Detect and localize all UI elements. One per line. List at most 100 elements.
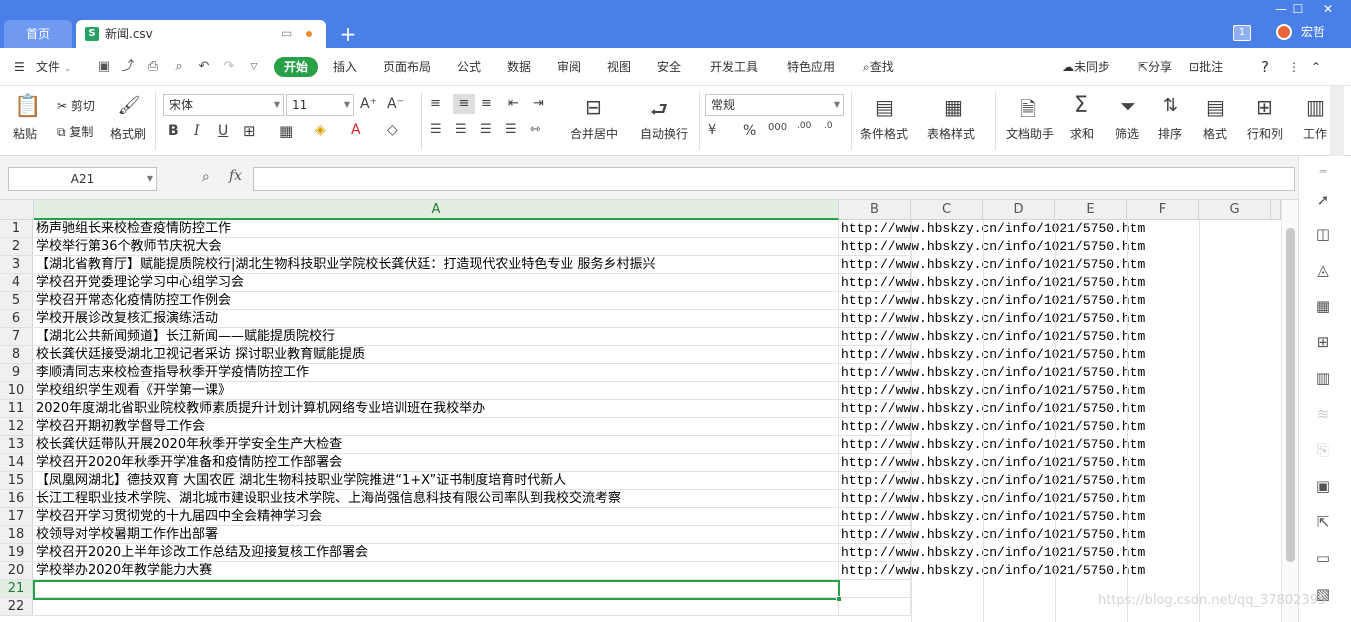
cell-b[interactable]: http://www.hbskzy.cn/info/1021/5750.htm	[839, 256, 1145, 274]
cell-b[interactable]: http://www.hbskzy.cn/info/1021/5750.htm	[839, 508, 1145, 526]
border-icon[interactable]: ⊞	[243, 122, 256, 140]
row-column-icon[interactable]: ⊞	[1256, 95, 1273, 119]
wrap-text-button[interactable]: 自动换行	[640, 125, 688, 142]
column-header-a[interactable]: A	[34, 200, 839, 220]
row-header[interactable]: 20	[0, 562, 33, 580]
sync-status[interactable]: ☁未同步	[1062, 48, 1110, 86]
row-header[interactable]: 4	[0, 274, 33, 292]
row-header[interactable]: 18	[0, 526, 33, 544]
copy-button[interactable]: ⧉ 复制	[57, 123, 93, 140]
row-header[interactable]: 21	[0, 580, 33, 598]
more-icon[interactable]: ⋮	[1288, 48, 1300, 86]
print-icon[interactable]: ⎙	[145, 59, 161, 75]
row-header[interactable]: 5	[0, 292, 33, 310]
cell-a[interactable]: 2020年度湖北省职业院校教师素质提升计划计算机网络专业培训班在我校举办	[34, 400, 839, 418]
cell-b[interactable]	[839, 598, 911, 616]
row-header[interactable]: 11	[0, 400, 33, 418]
column-header-f[interactable]: F	[1127, 200, 1199, 220]
cell-b[interactable]: http://www.hbskzy.cn/info/1021/5750.htm	[839, 418, 1145, 436]
merge-icon[interactable]: ⊟	[585, 95, 602, 119]
column-header-b[interactable]: B	[839, 200, 911, 220]
format-icon[interactable]: ▤	[1206, 95, 1225, 119]
row-header[interactable]: 10	[0, 382, 33, 400]
cell-b[interactable]: http://www.hbskzy.cn/info/1021/5750.htm	[839, 328, 1145, 346]
cell-a[interactable]: 长江工程职业技术学院、湖北城市建设职业技术学院、上海尚强信息科技有限公司率队到我…	[34, 490, 839, 508]
cell-a[interactable]: 学校召开期初教学督导工作会	[34, 418, 839, 436]
row-header[interactable]: 13	[0, 436, 33, 454]
chart-icon[interactable]: ▥	[1313, 368, 1333, 388]
print-preview-icon[interactable]: ⌕	[171, 59, 187, 75]
cell-b[interactable]: http://www.hbskzy.cn/info/1021/5750.htm	[839, 220, 1145, 238]
row-header[interactable]: 2	[0, 238, 33, 256]
font-family-select[interactable]: 宋体 ▼	[163, 94, 284, 116]
percent-icon[interactable]: %	[743, 123, 756, 139]
cell-b[interactable]: http://www.hbskzy.cn/info/1021/5750.htm	[839, 346, 1145, 364]
cell-a[interactable]: 学校组织学生观看《开学第一课》	[34, 382, 839, 400]
fill-handle[interactable]	[836, 596, 842, 602]
tab-home[interactable]: 首页	[4, 20, 72, 48]
row-header[interactable]: 3	[0, 256, 33, 274]
row-column-button[interactable]: 行和列	[1247, 125, 1283, 142]
fx-icon[interactable]: fx	[229, 168, 242, 184]
cell-a[interactable]: 学校召开2020年秋季开学准备和疫情防控工作部署会	[34, 454, 839, 472]
cell-b[interactable]: http://www.hbskzy.cn/info/1021/5750.htm	[839, 292, 1145, 310]
outdent-icon[interactable]: ⇤	[508, 96, 519, 111]
cell-a[interactable]: 校长龚伏廷接受湖北卫视记者采访 探讨职业教育赋能提质	[34, 346, 839, 364]
menu-view[interactable]: 视图	[607, 48, 631, 86]
cell-b[interactable]: http://www.hbskzy.cn/info/1021/5750.htm	[839, 274, 1145, 292]
archive-icon[interactable]: ▭	[1313, 548, 1333, 568]
eraser-icon[interactable]: ◇	[387, 122, 398, 138]
cell-b[interactable]: http://www.hbskzy.cn/info/1021/5750.htm	[839, 562, 1145, 580]
italic-icon[interactable]: I	[194, 123, 200, 139]
cell-a[interactable]: 学校召开常态化疫情防控工作例会	[34, 292, 839, 310]
ribbon-scrollbar[interactable]	[1330, 86, 1344, 156]
hamburger-icon[interactable]: ☰	[14, 48, 25, 86]
number-format-select[interactable]: 常规 ▼	[705, 94, 844, 116]
row-header[interactable]: 22	[0, 598, 33, 616]
align-bottom-icon[interactable]: ≡	[481, 96, 492, 111]
cut-button[interactable]: ✂ 剪切	[57, 97, 95, 114]
merge-center-button[interactable]: 合并居中	[570, 125, 618, 142]
fill-pattern-icon[interactable]: ▦	[279, 122, 293, 140]
row-header[interactable]: 19	[0, 544, 33, 562]
spreadsheet-grid[interactable]: A B C D E F G 1 杨声驰组长来校检查疫情防控工作 http://www…	[0, 200, 1298, 622]
avatar[interactable]	[1276, 24, 1292, 40]
sort-icon[interactable]: ⇅	[1163, 95, 1178, 116]
menu-security[interactable]: 安全	[657, 48, 681, 86]
cell-b[interactable]: http://www.hbskzy.cn/info/1021/5750.htm	[839, 526, 1145, 544]
wrap-icon[interactable]: ⮐	[650, 95, 668, 129]
table-style-icon[interactable]: ▦	[944, 95, 963, 119]
help-icon[interactable]: ?	[1261, 48, 1269, 86]
share-button[interactable]: ⇱分享	[1138, 48, 1172, 86]
cell-b[interactable]	[839, 580, 911, 598]
menu-review[interactable]: 审阅	[557, 48, 581, 86]
cell-b[interactable]: http://www.hbskzy.cn/info/1021/5750.htm	[839, 454, 1145, 472]
export-icon[interactable]: ⤴	[120, 59, 136, 75]
row-header[interactable]: 12	[0, 418, 33, 436]
worksheet-icon[interactable]: ▥	[1306, 95, 1325, 119]
row-header[interactable]: 16	[0, 490, 33, 508]
menu-file[interactable]: 文件 ⌄	[36, 48, 71, 86]
undo-icon[interactable]: ↶	[196, 59, 212, 75]
user-name[interactable]: 宏哲	[1301, 23, 1325, 41]
cell-b[interactable]: http://www.hbskzy.cn/info/1021/5750.htm	[839, 490, 1145, 508]
filter-icon[interactable]: ⏷	[1120, 94, 1136, 118]
vertical-scrollbar[interactable]	[1281, 200, 1298, 622]
align-right-icon[interactable]: ☰	[480, 122, 492, 137]
row-header[interactable]: 8	[0, 346, 33, 364]
cell-a[interactable]: 学校开展诊改复核汇报演练活动	[34, 310, 839, 328]
row-header[interactable]: 17	[0, 508, 33, 526]
menu-insert[interactable]: 插入	[333, 48, 357, 86]
paste-button[interactable]: 粘贴	[13, 125, 37, 142]
row-header[interactable]: 14	[0, 454, 33, 472]
cell-a[interactable]: 杨声驰组长来校检查疫情防控工作	[34, 220, 839, 238]
row-header[interactable]: 1	[0, 220, 33, 238]
scrollbar-thumb[interactable]	[1286, 228, 1295, 562]
monitor-icon[interactable]: ▭	[281, 26, 295, 40]
maximize-button[interactable]: ☐	[1283, 0, 1313, 18]
menu-data[interactable]: 数据	[507, 48, 531, 86]
row-header[interactable]: 6	[0, 310, 33, 328]
shapes-icon[interactable]: ◫	[1313, 224, 1333, 244]
currency-icon[interactable]: ¥	[708, 123, 716, 138]
row-header[interactable]: 15	[0, 472, 33, 490]
